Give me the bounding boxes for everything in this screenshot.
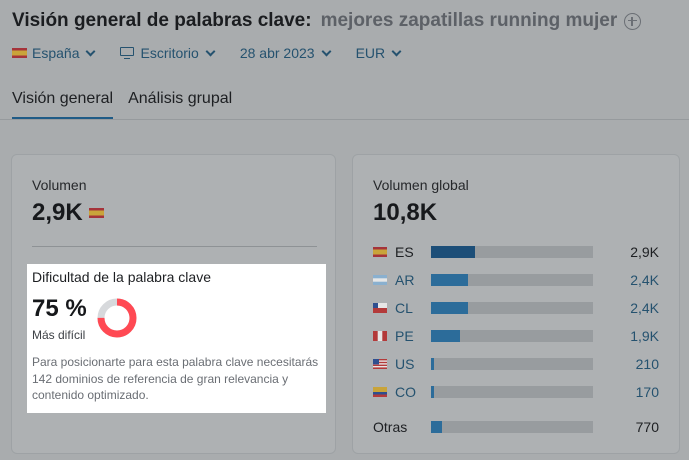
- device-selector[interactable]: Escritorio: [120, 45, 216, 61]
- currency-selector-label: EUR: [355, 45, 386, 61]
- country-code-link[interactable]: US: [395, 356, 431, 372]
- volume-bar: [431, 358, 593, 370]
- country-selector[interactable]: España: [12, 45, 96, 61]
- volume-bar: [431, 302, 593, 314]
- spain-flag-icon: [88, 208, 104, 218]
- volume-bar-fill: [431, 358, 435, 370]
- country-row-us: US 210: [373, 350, 659, 378]
- keyword-difficulty-description: Para posicionarte para esta palabra clav…: [32, 355, 319, 402]
- volume-bar-fill: [431, 421, 443, 433]
- volume-bar: [431, 421, 593, 433]
- difficulty-donut-chart: [97, 298, 137, 338]
- country-volume-list: ES 2,9K AR 2,4K CL 2,4K PE 1,9K US 210 C…: [373, 238, 659, 441]
- volume-bar-fill: [431, 274, 469, 286]
- country-volume-link[interactable]: 170: [593, 384, 659, 400]
- global-volume-card: Volumen global 10,8K ES 2,9K AR 2,4K CL …: [352, 154, 680, 454]
- country-volume-link[interactable]: 1,9K: [593, 328, 659, 344]
- volume-value-row: 2,9K: [32, 199, 104, 227]
- tab-group-analysis[interactable]: Análisis grupal: [128, 90, 232, 120]
- volume-bar: [431, 330, 593, 342]
- chevron-down-icon: [321, 46, 332, 56]
- spain-flag-icon: [373, 247, 387, 257]
- volume-bar: [431, 246, 593, 258]
- country-row-co: CO 170: [373, 378, 659, 406]
- colombia-flag-icon: [373, 387, 387, 397]
- other-countries-label: Otras: [373, 419, 408, 435]
- argentina-flag-icon: [373, 275, 387, 285]
- keyword-title: mejores zapatillas running mujer: [320, 10, 618, 31]
- keyword-difficulty-level: Más difícil: [32, 328, 86, 342]
- keyword-difficulty-title: Dificultad de la palabra clave: [32, 269, 211, 285]
- currency-selector[interactable]: EUR: [355, 45, 402, 61]
- plus-circle-icon[interactable]: [624, 12, 642, 30]
- volume-bar-fill: [431, 386, 435, 398]
- keyword-difficulty-value: 75 %: [32, 295, 87, 322]
- chevron-down-icon: [391, 46, 402, 56]
- country-volume-link[interactable]: 210: [593, 356, 659, 372]
- chevron-down-icon: [86, 46, 96, 56]
- country-row-ar: AR 2,4K: [373, 266, 659, 294]
- volume-bar-fill: [431, 330, 461, 342]
- country-selector-label: España: [32, 45, 80, 61]
- country-row-other: Otras 770: [373, 413, 659, 441]
- volume-label: Volumen: [32, 177, 87, 193]
- country-row-pe: PE 1,9K: [373, 322, 659, 350]
- country-row-es: ES 2,9K: [373, 238, 659, 266]
- chevron-down-icon: [205, 46, 216, 56]
- volume-bar-fill: [431, 302, 469, 314]
- date-selector[interactable]: 28 abr 2023: [239, 45, 332, 61]
- peru-flag-icon: [373, 331, 387, 341]
- spain-flag-icon: [12, 48, 27, 58]
- date-selector-label: 28 abr 2023: [239, 45, 315, 61]
- device-selector-label: Escritorio: [140, 45, 199, 61]
- other-countries-volume: 770: [635, 419, 659, 435]
- chile-flag-icon: [373, 303, 387, 313]
- country-volume-link[interactable]: 2,4K: [593, 300, 659, 316]
- volume-bar: [431, 386, 593, 398]
- volume-bar: [431, 274, 593, 286]
- page-header: Visión general de palabras clave: mejore…: [12, 10, 682, 32]
- page-title: Visión general de palabras clave:: [12, 10, 312, 31]
- country-volume-link[interactable]: 2,4K: [593, 272, 659, 288]
- country-code-link[interactable]: PE: [395, 328, 431, 344]
- country-code-link[interactable]: AR: [395, 272, 431, 288]
- volume-bar-fill: [431, 246, 475, 258]
- volume-value: 2,9K: [32, 199, 83, 226]
- country-code-link[interactable]: CO: [395, 384, 431, 400]
- tab-bar: Visión general Análisis grupal: [12, 90, 247, 120]
- keyword-difficulty-panel: Dificultad de la palabra clave 75 % Más …: [27, 264, 326, 413]
- usa-flag-icon: [373, 359, 387, 369]
- country-volume: 2,9K: [630, 244, 659, 260]
- filter-bar: España Escritorio 28 abr 2023 EUR: [12, 45, 426, 61]
- card-divider: [32, 246, 317, 247]
- tabs-divider: [0, 119, 689, 120]
- monitor-icon: [120, 46, 135, 60]
- global-volume-label: Volumen global: [373, 177, 469, 193]
- global-volume-value: 10,8K: [373, 199, 438, 226]
- country-code: ES: [395, 244, 414, 260]
- country-row-cl: CL 2,4K: [373, 294, 659, 322]
- country-code-link[interactable]: CL: [395, 300, 431, 316]
- tab-overview[interactable]: Visión general: [12, 90, 114, 120]
